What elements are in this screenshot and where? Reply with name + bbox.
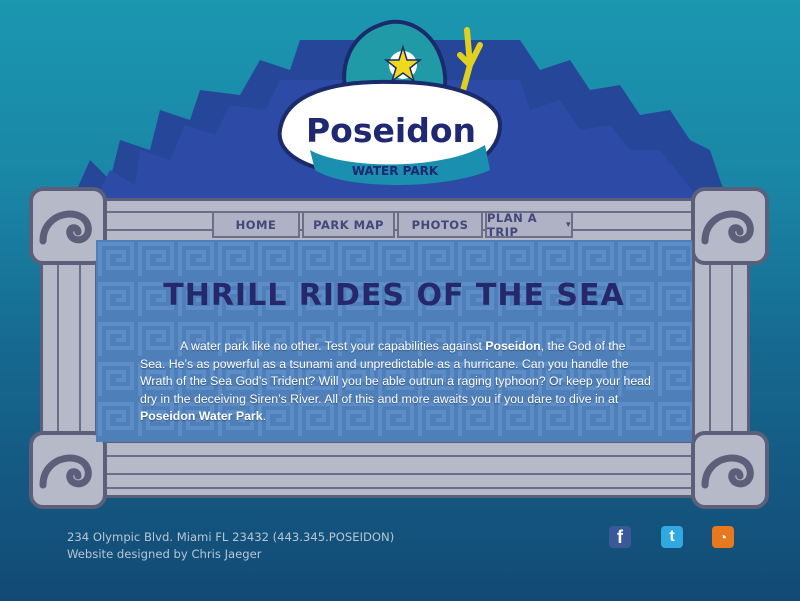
facebook-icon[interactable]: f: [609, 526, 631, 548]
facebook-glyph: f: [617, 526, 623, 547]
rss-icon[interactable]: ◔: [712, 526, 734, 548]
logo-subtitle: WATER PARK: [352, 164, 439, 178]
poseidon-logo-graphic: Poseidon WATER PARK: [277, 19, 503, 185]
nav-plan-a-trip-label: PLAN A TRIP: [487, 210, 538, 239]
intro-text-3: .: [262, 409, 266, 424]
right-column: [692, 240, 750, 440]
nav-home-label: HOME: [235, 217, 277, 232]
rss-glyph: ◔: [718, 529, 728, 545]
intro-bold-poseidon: Poseidon: [485, 339, 541, 353]
corner-cap-top-right: [691, 187, 769, 265]
nav-park-map-label: PARK MAP: [313, 217, 384, 232]
intro-text-1: A water park like no other. Test your ca…: [180, 339, 486, 353]
footer-address: 234 Olympic Blvd. Miami FL 23432 (443.34…: [67, 530, 395, 544]
logo-title: Poseidon: [306, 111, 476, 150]
page-title: THRILL RIDES OF THE SEA: [163, 278, 625, 313]
bottom-rail: [68, 440, 730, 498]
nav-park-map[interactable]: PARK MAP: [302, 211, 395, 238]
content-panel: THRILL RIDES OF THE SEA A water park lik…: [96, 240, 692, 442]
chevron-down-icon: ▾: [565, 219, 571, 230]
footer-credit: Website designed by Chris Jaeger: [67, 546, 262, 561]
twitter-glyph: t: [669, 528, 675, 545]
site-logo[interactable]: Poseidon WATER PARK: [255, 10, 525, 195]
left-column: [40, 240, 98, 440]
corner-cap-bottom-right: [691, 431, 769, 509]
footer: 234 Olympic Blvd. Miami FL 23432 (443.34…: [67, 529, 394, 562]
intro-bold-park: Poseidon Water Park: [140, 409, 263, 424]
main-nav: HOME PARK MAP PHOTOS PLAN A TRIP ▾: [212, 211, 575, 240]
nav-plan-a-trip[interactable]: PLAN A TRIP ▾: [485, 210, 573, 239]
corner-cap-bottom-left: [29, 431, 107, 509]
nav-photos-label: PHOTOS: [411, 217, 469, 232]
nav-home[interactable]: HOME: [212, 211, 300, 238]
nav-photos[interactable]: PHOTOS: [397, 211, 483, 238]
twitter-icon[interactable]: t: [661, 526, 683, 548]
intro-paragraph: A water park like no other. Test your ca…: [140, 338, 652, 426]
